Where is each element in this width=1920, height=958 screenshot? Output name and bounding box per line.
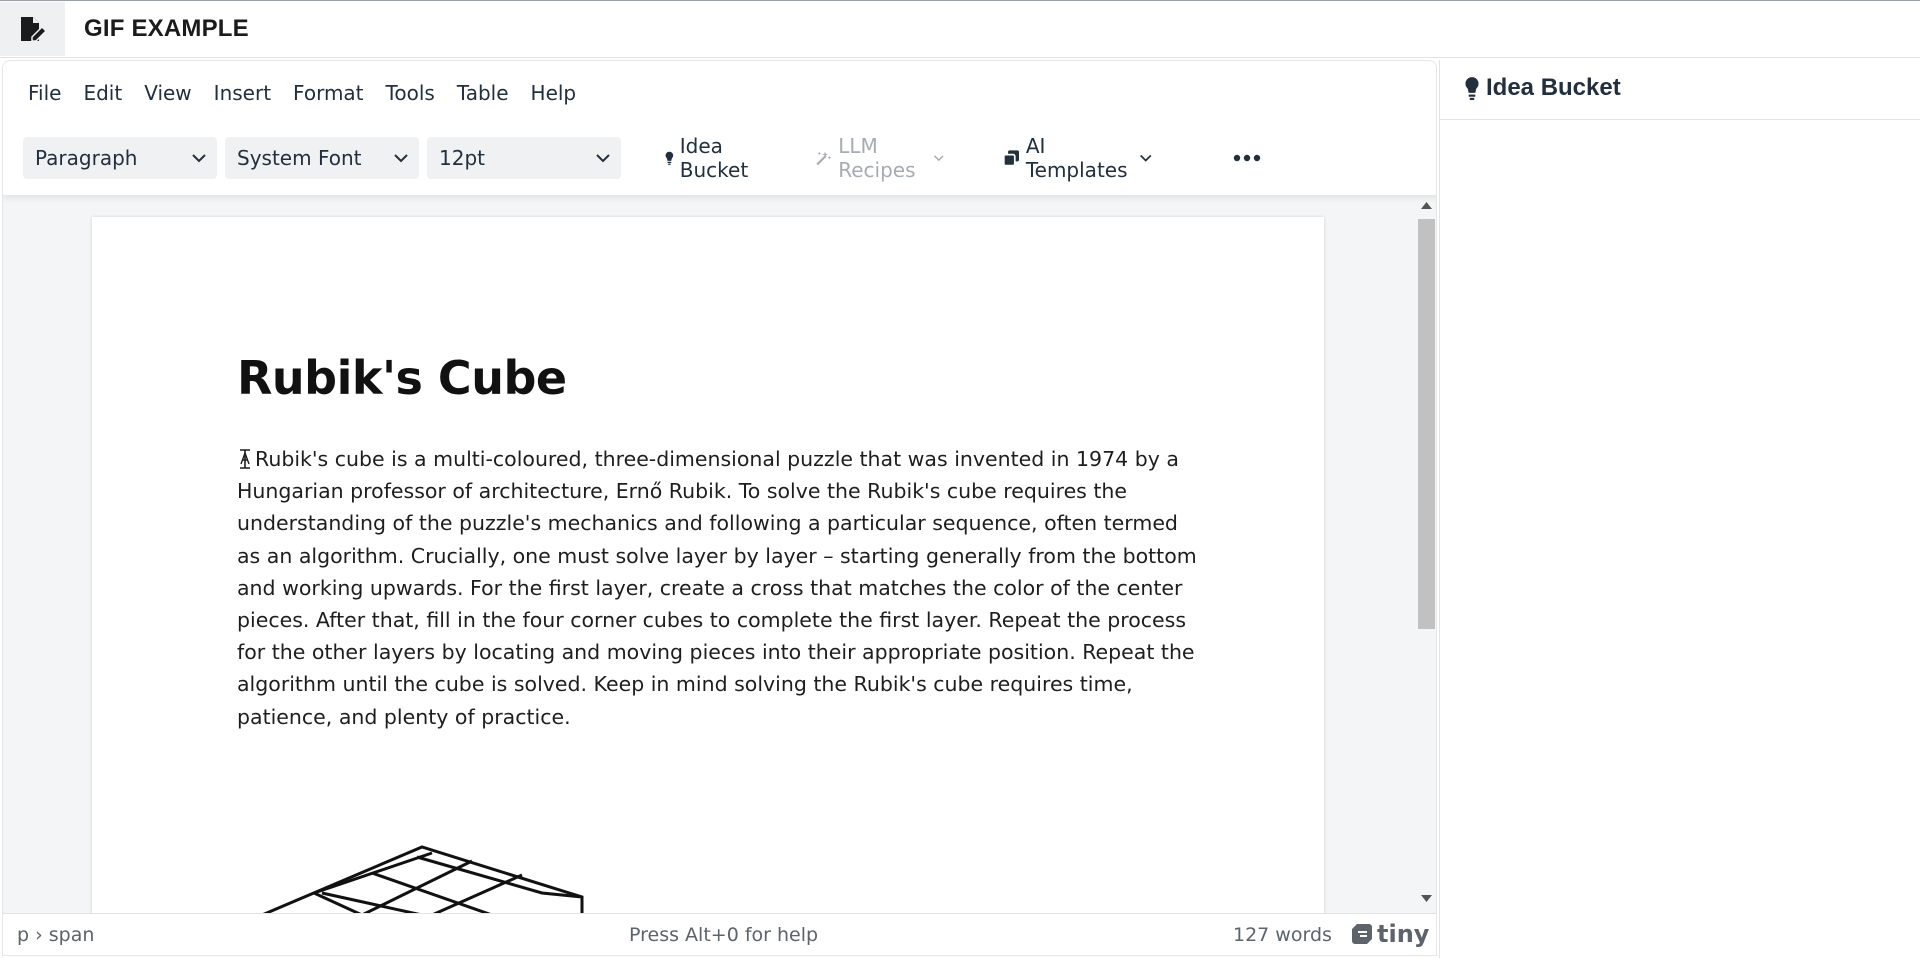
menu-edit[interactable]: Edit [72,75,133,111]
lightbulb-icon [1465,77,1479,100]
chevron-down-icon [933,155,944,162]
chevron-down-icon [192,154,206,163]
word-count[interactable]: 127 words [1233,924,1332,946]
idea-bucket-panel-title-text: Idea Bucket [1486,74,1621,101]
editor: File Edit View Insert Format Tools Table… [2,60,1437,956]
app-title: GIF EXAMPLE [84,15,249,42]
rubiks-cube-image [262,845,584,913]
lightbulb-icon [665,151,674,165]
statusbar: p › span Press Alt+0 for help 127 words … [3,913,1436,955]
tiny-brand-label: tiny [1377,920,1430,948]
font-size-value: 12pt [439,146,485,170]
block-format-value: Paragraph [35,146,138,170]
magic-wand-icon [816,151,832,166]
document-paragraph[interactable]: Rubik's cube is a multi-coloured, three-… [237,443,1197,733]
menu-tools[interactable]: Tools [375,75,446,111]
element-path[interactable]: p › span [17,924,94,946]
chevron-down-icon [1140,154,1152,162]
scroll-down-arrow-icon[interactable] [1421,895,1432,903]
editor-header: File Edit View Insert Format Tools Table… [3,61,1436,195]
tiny-logo-icon [1352,924,1372,944]
menu-view[interactable]: View [133,75,202,111]
ai-templates-button[interactable]: AI Templates [1003,134,1153,182]
editor-content: Rubik's Cube Rubik's cube is a multi-col… [3,195,1415,913]
tiny-brand-link[interactable]: tiny [1351,920,1429,948]
more-toolbar-button[interactable] [1233,137,1261,179]
idea-bucket-panel-header: Idea Bucket [1440,60,1920,120]
document-page[interactable]: Rubik's Cube Rubik's cube is a multi-col… [92,217,1324,913]
help-hint: Press Alt+0 for help [629,924,819,946]
scroll-up-arrow-icon[interactable] [1421,201,1432,209]
idea-bucket-label: Idea Bucket [679,134,749,182]
idea-bucket-panel-title: Idea Bucket [1464,74,1621,102]
block-format-select[interactable]: Paragraph [23,137,217,179]
app-menu-button[interactable] [0,2,65,56]
document-paragraph-text: Rubik's cube is a multi-coloured, three-… [237,447,1197,729]
file-edit-icon [20,17,47,42]
menu-file[interactable]: File [17,75,72,111]
llm-recipes-label: LLM Recipes [838,134,916,182]
chevron-down-icon [596,154,610,163]
text-cursor-icon [237,443,255,475]
chevron-down-icon [394,154,408,163]
font-family-value: System Font [237,146,362,170]
document-title[interactable]: Rubik's Cube [237,351,567,405]
menubar: File Edit View Insert Format Tools Table… [17,75,587,111]
app-header: GIF EXAMPLE [0,0,1920,58]
menu-table[interactable]: Table [446,75,520,111]
idea-bucket-button[interactable]: Idea Bucket [665,134,753,182]
llm-recipes-button[interactable]: LLM Recipes [815,134,944,182]
menu-format[interactable]: Format [282,75,374,111]
copy-icon [1003,150,1019,167]
menu-insert[interactable]: Insert [203,75,282,111]
more-horizontal-icon [1233,154,1261,162]
scrollbar-thumb[interactable] [1418,219,1435,629]
font-size-select[interactable]: 12pt [427,137,621,179]
ai-templates-label: AI Templates [1025,134,1128,182]
vertical-scrollbar[interactable] [1415,195,1436,913]
idea-bucket-panel: Idea Bucket [1439,60,1920,958]
font-family-select[interactable]: System Font [225,137,419,179]
menu-help[interactable]: Help [520,75,588,111]
